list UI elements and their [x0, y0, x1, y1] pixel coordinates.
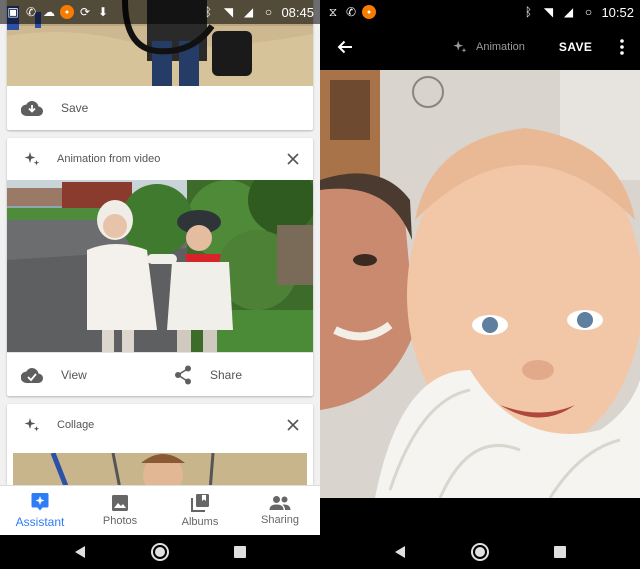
people-icon — [269, 496, 291, 510]
nav-assistant-label: Assistant — [15, 515, 65, 529]
nav-sharing[interactable]: Sharing — [240, 486, 320, 535]
download-notification-icon: ⬇ — [97, 5, 109, 19]
system-home-button[interactable] — [145, 537, 175, 567]
signal-icon: ◢ — [243, 5, 254, 19]
more-vert-icon — [620, 39, 625, 55]
nav-albums-label: Albums — [181, 516, 219, 528]
recents-square-icon — [234, 546, 246, 558]
assistant-screen: Save Animation from video View Share Col… — [0, 0, 320, 569]
close-icon — [287, 153, 299, 165]
system-recents-button[interactable] — [225, 537, 255, 567]
animation-viewer-screen: ⧖ ✆ ● ᛒ ◥ ◢ ○ 10:52 Animation SAVE — [320, 0, 640, 569]
hourglass-notification-icon: ⧖ — [328, 5, 338, 19]
sparkle-icon — [24, 418, 40, 432]
battery-icon: ○ — [584, 5, 593, 19]
app-notification-icon: ● — [60, 5, 74, 19]
app-notification-icon: ● — [362, 5, 376, 19]
wifi-icon: ◥ — [543, 5, 554, 19]
cloud-notification-icon: ☁ — [43, 5, 55, 19]
home-circle-icon — [471, 543, 489, 561]
status-bar-right: ⧖ ✆ ● ᛒ ◥ ◢ ○ 10:52 — [320, 0, 640, 24]
bottom-navigation: Assistant Photos Albums Sharing — [0, 485, 320, 535]
phone-notification-icon: ✆ — [25, 5, 37, 19]
bluetooth-icon: ᛒ — [524, 5, 533, 19]
animation-label-text: Animation — [476, 41, 525, 53]
nav-albums[interactable]: Albums — [160, 486, 240, 535]
animation-card-header: Animation from video — [7, 138, 313, 180]
dismiss-animation-button[interactable] — [273, 138, 313, 180]
save-action-row: Save — [7, 86, 313, 130]
save-action-label: Save — [61, 101, 89, 115]
sparkle-icon — [453, 40, 467, 53]
viewer-toolbar: Animation SAVE — [320, 24, 640, 70]
nav-assistant[interactable]: Assistant — [0, 486, 80, 535]
signal-icon: ◢ — [563, 5, 574, 19]
bluetooth-icon: ᛒ — [204, 5, 213, 19]
sparkle-icon — [24, 152, 40, 166]
share-button[interactable]: Share — [160, 365, 242, 385]
phone-notification-icon: ✆ — [345, 5, 357, 19]
more-options-button[interactable] — [612, 24, 632, 70]
system-back-button[interactable] — [385, 537, 415, 567]
view-label: View — [61, 367, 87, 382]
cloud-download-icon — [21, 101, 43, 116]
wifi-icon: ◥ — [223, 5, 234, 19]
animation-card: Animation from video View Share — [7, 138, 313, 396]
system-navigation-right — [320, 535, 640, 569]
animation-type-label: Animation — [452, 39, 525, 55]
battery-icon: ○ — [264, 5, 273, 19]
system-recents-button[interactable] — [545, 537, 575, 567]
collage-card-title: Collage — [57, 419, 95, 431]
share-icon — [175, 365, 191, 384]
animation-preview-image[interactable] — [320, 70, 640, 498]
home-circle-icon — [151, 543, 169, 561]
cloud-done-icon — [21, 367, 43, 383]
collage-card-header: Collage — [7, 404, 313, 446]
status-time: 10:52 — [601, 4, 634, 20]
recents-square-icon — [554, 546, 566, 558]
close-icon — [287, 419, 299, 431]
save-button[interactable]: Save — [7, 100, 88, 116]
share-label: Share — [210, 367, 243, 382]
animation-card-title: Animation from video — [57, 153, 161, 165]
arrow-back-icon — [337, 40, 352, 54]
system-home-button[interactable] — [465, 537, 495, 567]
sync-notification-icon: ⟳ — [79, 5, 91, 19]
nav-photos-label: Photos — [102, 515, 138, 527]
view-button[interactable]: View — [7, 367, 160, 383]
photo-icon — [112, 495, 128, 511]
gallery-notification-icon: ▣ — [7, 5, 19, 19]
nav-photos[interactable]: Photos — [80, 486, 160, 535]
save-button[interactable]: SAVE — [559, 40, 592, 54]
system-navigation-left — [0, 535, 320, 569]
dismiss-collage-button[interactable] — [273, 404, 313, 446]
animation-photo[interactable] — [7, 180, 313, 352]
back-button[interactable] — [320, 24, 370, 70]
status-bar-left: ▣ ✆ ☁ ● ⟳ ⬇ ᛒ ◥ ◢ ○ 08:45 — [0, 0, 320, 24]
assistant-icon — [31, 493, 49, 511]
status-time: 08:45 — [281, 4, 314, 20]
nav-sharing-label: Sharing — [261, 514, 299, 526]
back-triangle-icon — [395, 546, 405, 558]
system-back-button[interactable] — [65, 537, 95, 567]
back-triangle-icon — [75, 546, 85, 558]
animation-action-row: View Share — [7, 352, 313, 396]
albums-icon — [191, 494, 209, 512]
